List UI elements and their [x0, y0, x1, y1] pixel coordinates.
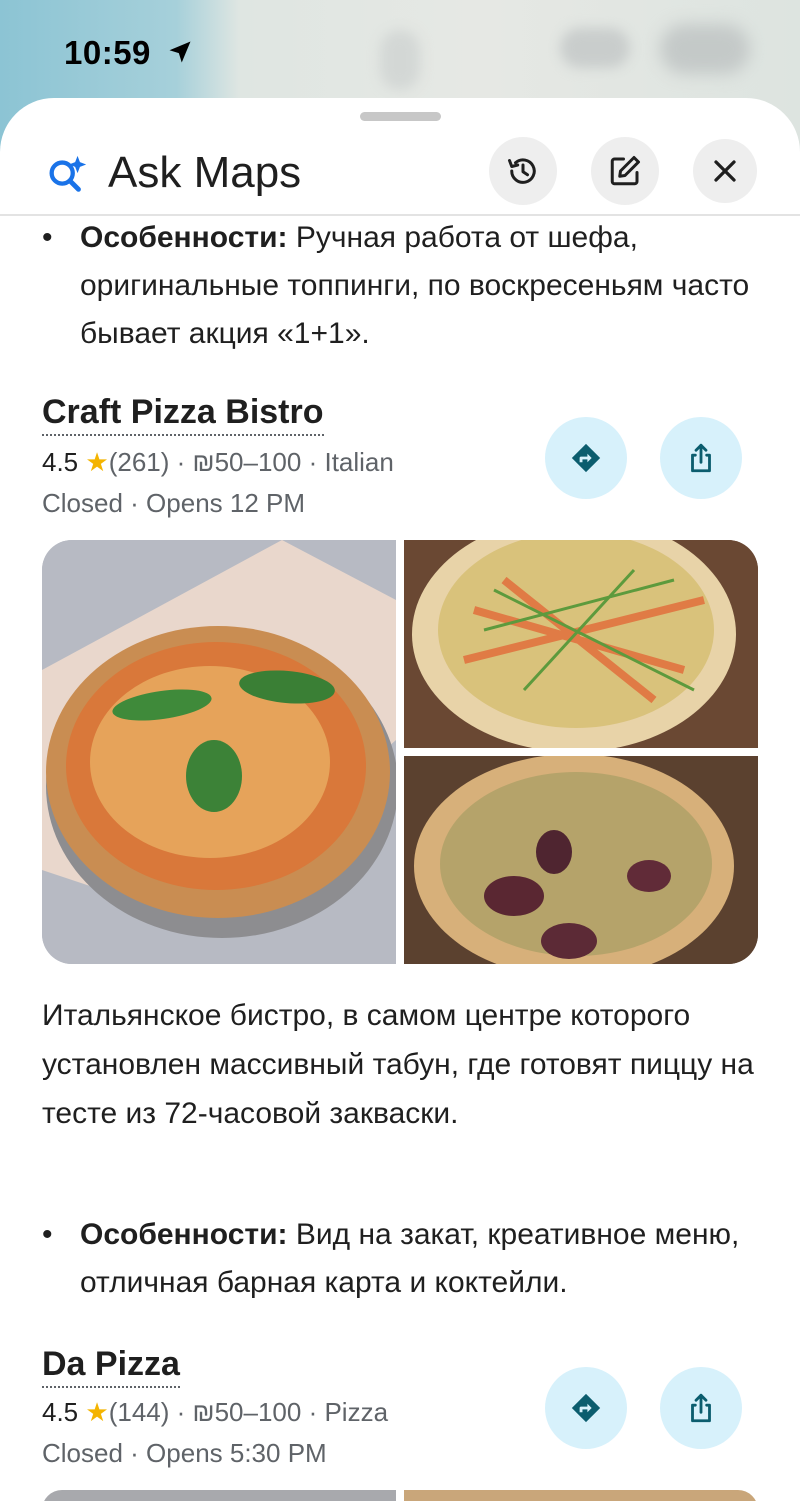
opening-time: Opens 12 PM	[146, 488, 306, 518]
pizza-photo[interactable]	[404, 1490, 758, 1501]
place-meta: 4.5 ★(261) · ₪50–100 · Italian	[42, 447, 394, 477]
place-hours: Closed · Opens 12 PM	[42, 488, 306, 518]
rating-value: 4.5	[42, 447, 79, 477]
share-button[interactable]	[660, 417, 742, 499]
place-meta: 4.5 ★(144) · ₪50–100 · Pizza	[42, 1397, 389, 1427]
place-hours: Closed · Opens 5:30 PM	[42, 1438, 327, 1468]
bullet-dot: •	[42, 1218, 53, 1251]
bullet-text: Особенности: Ручная работа от шефа, ориг…	[80, 214, 770, 358]
history-button[interactable]	[489, 137, 557, 205]
bullet-text: Особенности: Вид на закат, креативное ме…	[80, 1211, 770, 1307]
location-arrow-icon	[169, 41, 191, 63]
place-photos[interactable]	[42, 540, 758, 964]
feature-bullet: • Особенности: Ручная работа от шефа, ор…	[42, 214, 762, 364]
bullet-label: Особенности:	[80, 1218, 288, 1251]
history-icon	[508, 158, 536, 184]
bullet-label: Особенности:	[80, 221, 288, 254]
directions-button[interactable]	[545, 417, 627, 499]
feature-bullet: • Особенности: Вид на закат, креативное …	[42, 1211, 762, 1311]
ask-maps-sparkle-search-icon	[49, 155, 87, 192]
page-title: Ask Maps	[108, 148, 302, 197]
edit-icon	[610, 156, 640, 186]
star-icon: ★	[85, 1397, 109, 1427]
pizza-photo-vegetable[interactable]	[404, 540, 758, 748]
directions-icon	[571, 443, 601, 473]
place-name[interactable]: Da Pizza	[42, 1344, 180, 1388]
close-button[interactable]	[693, 139, 757, 203]
share-icon	[691, 443, 711, 473]
ask-maps-sheet: Ask Maps • Особенности: Ручная работа от…	[0, 98, 800, 1501]
open-status: Closed	[42, 488, 123, 518]
star-icon: ★	[85, 447, 109, 477]
share-icon	[691, 1393, 711, 1423]
directions-button[interactable]	[545, 1367, 627, 1449]
drag-handle[interactable]	[360, 112, 441, 121]
price-range: ₪50–100	[192, 447, 302, 477]
price-range: ₪50–100	[192, 1397, 302, 1427]
bullet-dot: •	[42, 221, 53, 254]
place-name[interactable]: Craft Pizza Bistro	[42, 392, 324, 436]
new-chat-button[interactable]	[591, 137, 659, 205]
place-category: Pizza	[324, 1397, 389, 1427]
open-status: Closed	[42, 1438, 123, 1468]
place-category: Italian	[324, 447, 394, 477]
sheet-header: Ask Maps	[0, 134, 800, 214]
status-time: 10:59	[64, 34, 151, 71]
review-count: (261)	[108, 447, 170, 477]
review-count: (144)	[108, 1397, 170, 1427]
pizza-photo-sausage[interactable]	[404, 756, 758, 964]
pizza-photo-margherita[interactable]	[42, 540, 396, 964]
place-description: Итальянское бистро, в самом центре котор…	[42, 999, 754, 1130]
opening-time: Opens 5:30 PM	[146, 1438, 327, 1468]
pizza-photo[interactable]	[42, 1490, 396, 1501]
directions-icon	[571, 1393, 601, 1423]
rating-value: 4.5	[42, 1397, 79, 1427]
share-button[interactable]	[660, 1367, 742, 1449]
place-photos[interactable]	[42, 1490, 758, 1501]
close-icon	[714, 160, 736, 182]
